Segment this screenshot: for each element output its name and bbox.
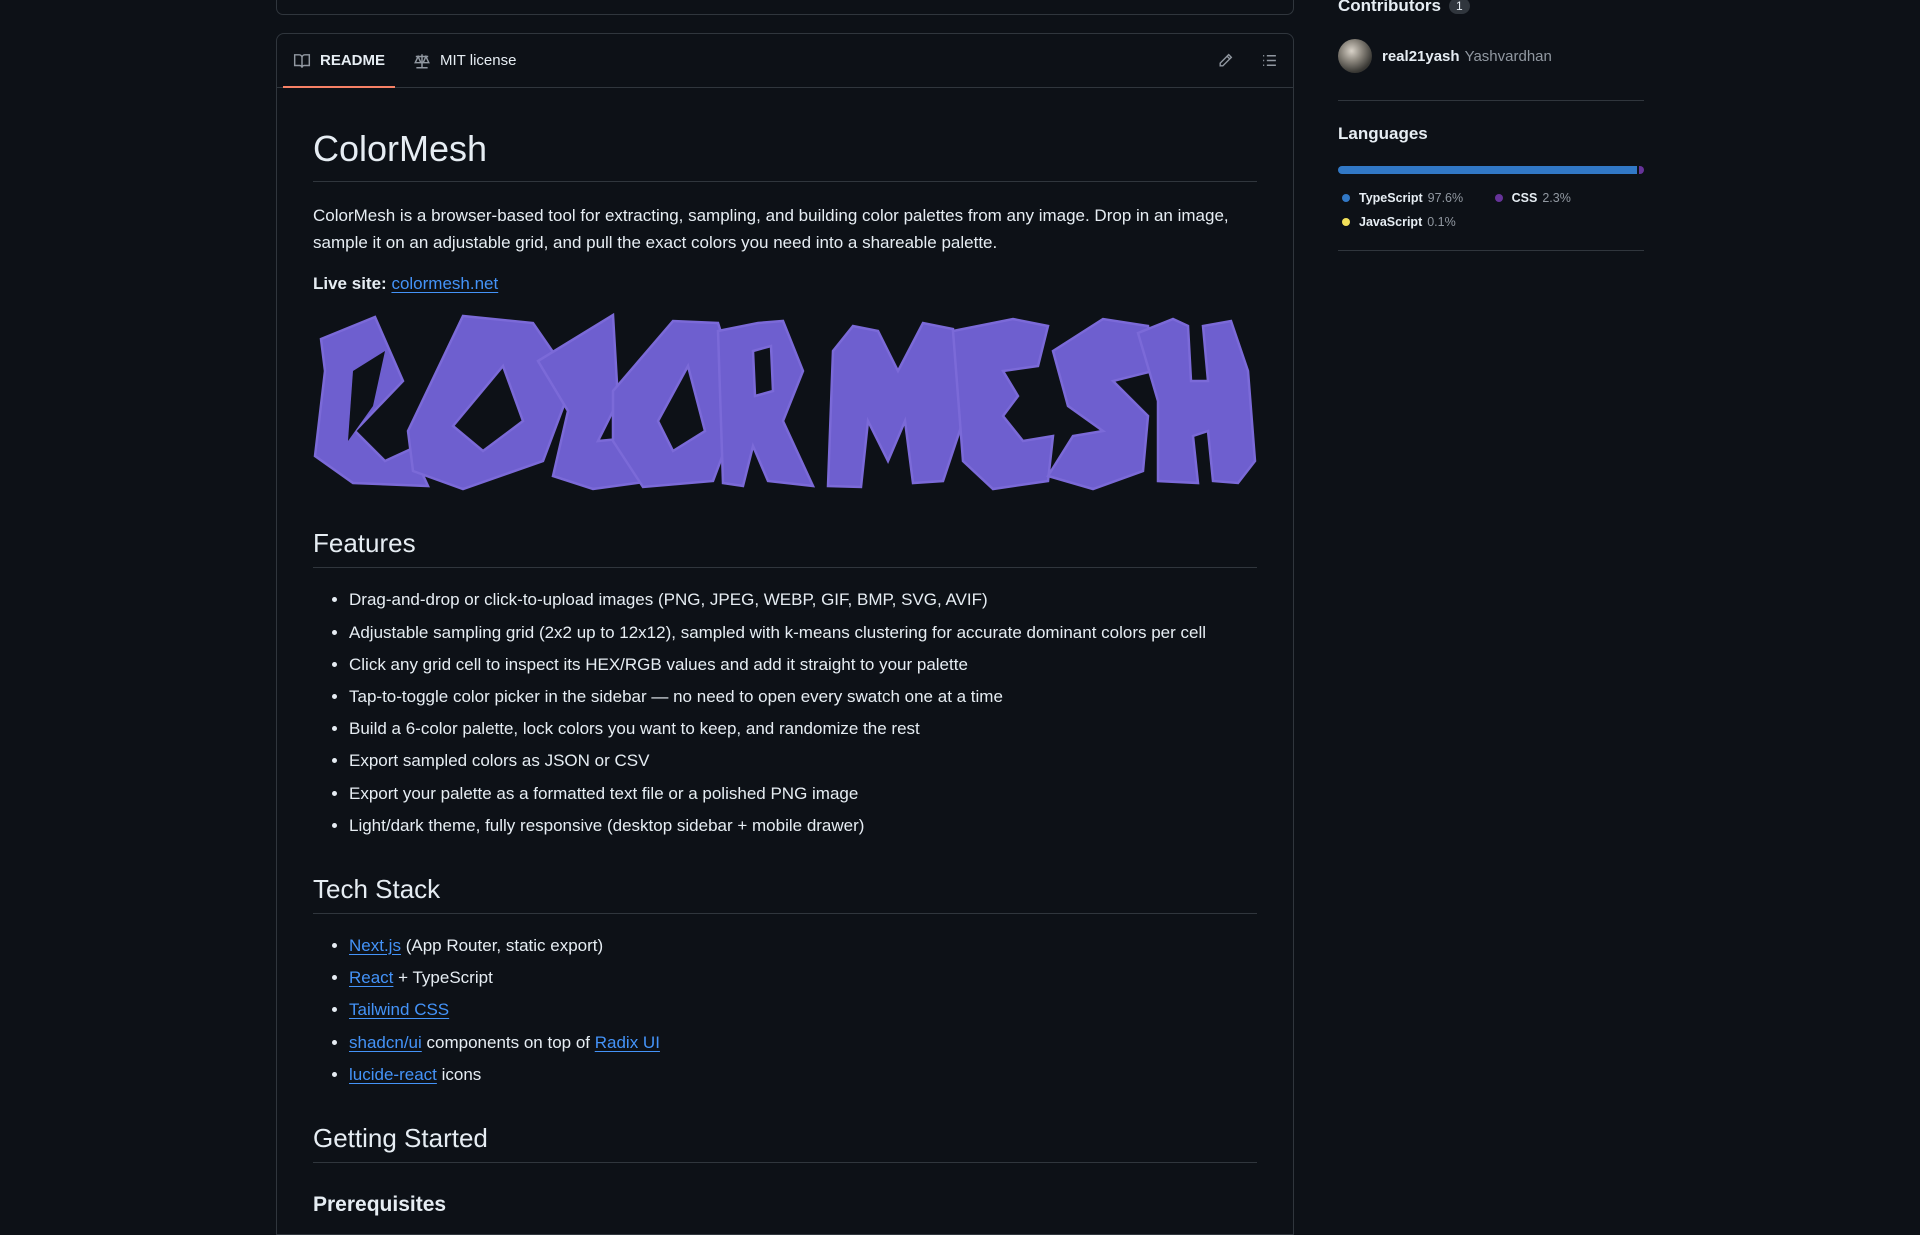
list-item: Light/dark theme, fully responsive (desk… [349,810,1257,842]
live-site-link[interactable]: colormesh.net [391,274,498,293]
language-percent: 2.3% [1542,191,1571,205]
list-item: Tap-to-toggle color picker in the sideba… [349,681,1257,713]
language-name: CSS [1511,191,1538,205]
list-item: lucide-react icons [349,1059,1257,1091]
readme-content: ColorMesh ColorMesh is a browser-based t… [277,128,1293,1217]
contributor-name: Yashvardhan [1464,47,1552,65]
list-item: shadcn/ui components on top of Radix UI [349,1027,1257,1059]
language-color-dot [1342,218,1350,226]
getting-started-heading: Getting Started [313,1123,1257,1164]
nextjs-link[interactable]: Next.js [349,936,401,955]
list-item: Click any grid cell to inspect its HEX/R… [349,649,1257,681]
tab-license-label: MIT license [440,52,517,69]
features-list: Drag-and-drop or click-to-upload images … [313,584,1257,842]
divider [1338,250,1644,251]
live-site-line: Live site: colormesh.net [313,274,1257,294]
language-item-css[interactable]: CSS 2.3% [1491,186,1571,210]
readme-actions [1215,34,1279,87]
tech-stack-heading: Tech Stack [313,874,1257,915]
previous-card-bottom [276,0,1294,15]
lucide-desc: icons [436,1064,482,1084]
divider [1338,100,1644,101]
list-item: Export your palette as a formatted text … [349,778,1257,810]
list-item: Export sampled colors as JSON or CSV [349,745,1257,777]
react-link[interactable]: React [349,968,393,987]
language-bar-segment [1338,166,1637,174]
lucide-link[interactable]: lucide-react [349,1065,437,1084]
contributor-login[interactable]: real21yash [1382,48,1460,65]
contributors-heading[interactable]: Contributors 1 [1338,0,1470,16]
tab-readme[interactable]: README [282,34,396,88]
list-item: Build a 6-color palette, lock colors you… [349,713,1257,745]
languages-bar [1338,166,1644,174]
contributor-item[interactable]: real21yash Yashvardhan [1338,39,1552,73]
language-percent: 0.1% [1427,215,1456,229]
nextjs-desc: (App Router, static export) [400,936,604,956]
outline-list-icon[interactable] [1259,51,1279,71]
tech-stack-list: Next.js (App Router, static export) Reac… [313,930,1257,1091]
list-item: React + TypeScript [349,962,1257,994]
features-heading: Features [313,528,1257,569]
language-name: JavaScript [1359,215,1423,229]
language-name: TypeScript [1359,191,1423,205]
shadcn-desc: components on top of [421,1032,595,1052]
language-color-dot [1342,194,1350,202]
list-item: Adjustable sampling grid (2x2 up to 12x1… [349,617,1257,649]
list-item: Next.js (App Router, static export) [349,930,1257,962]
tailwind-link[interactable]: Tailwind CSS [349,1000,449,1019]
pencil-icon[interactable] [1215,51,1235,71]
language-item-javascript[interactable]: JavaScript 0.1% [1338,210,1456,234]
react-desc: + TypeScript [393,968,493,988]
prerequisites-heading: Prerequisites [313,1193,447,1217]
readme-intro: ColorMesh is a browser-based tool for ex… [313,206,1229,253]
language-item-typescript[interactable]: TypeScript 97.6% [1338,186,1463,210]
tab-license[interactable]: MIT license [413,34,516,87]
shadcn-link[interactable]: shadcn/ui [349,1033,422,1052]
contributors-label: Contributors [1338,0,1441,15]
list-item: Tailwind CSS [349,994,1257,1026]
tab-readme-label: README [320,52,386,69]
languages-list: TypeScript 97.6% CSS 2.3% JavaScript 0.1… [1338,186,1644,234]
readme-card: README MIT license ColorMesh ColorMesh i… [276,33,1294,1235]
scale-icon [414,53,430,68]
readme-tab-bar: README MIT license [277,34,1293,88]
avatar[interactable] [1338,39,1372,73]
radix-link[interactable]: Radix UI [595,1033,660,1052]
language-bar-segment [1638,166,1644,174]
readme-title: ColorMesh [313,128,1257,183]
language-percent: 97.6% [1427,191,1464,205]
languages-heading: Languages [1338,124,1428,143]
book-icon [293,53,311,68]
live-site-label: Live site: [313,274,387,294]
contributors-count-badge: 1 [1448,0,1470,14]
colormesh-banner-logo [313,313,1257,491]
list-item: Drag-and-drop or click-to-upload images … [349,584,1257,616]
language-color-dot [1494,194,1503,202]
